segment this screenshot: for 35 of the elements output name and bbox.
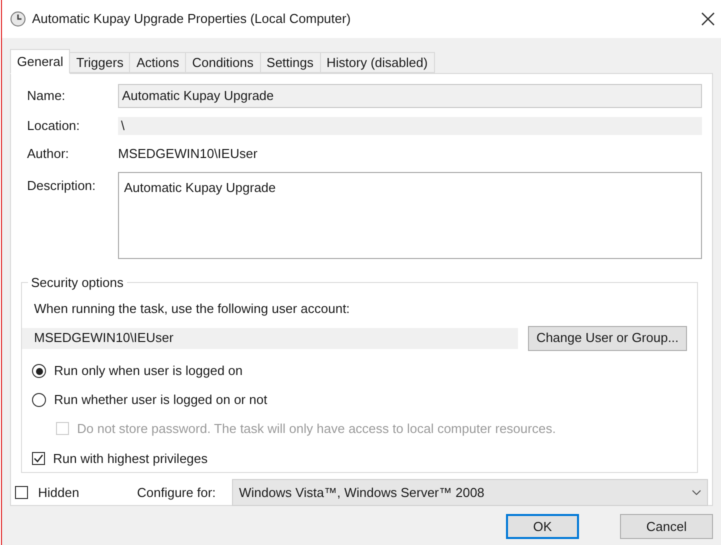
dropdown-value: Windows Vista™, Windows Server™ 2008 [239, 484, 486, 502]
option-label: Run only when user is logged on [54, 362, 243, 380]
close-icon[interactable] [701, 12, 715, 26]
hidden-label: Hidden [38, 484, 80, 502]
window-title: Automatic Kupay Upgrade Properties (Local Computer) [32, 10, 351, 28]
radio-button[interactable] [32, 364, 46, 378]
field-label: Author: [26, 145, 70, 164]
tab[interactable]: Settings [260, 52, 321, 73]
clock-icon [10, 11, 26, 27]
tab[interactable]: Conditions [186, 52, 261, 73]
name-field[interactable]: Automatic Kupay Upgrade [118, 84, 702, 108]
description-field[interactable]: Automatic Kupay Upgrade [118, 172, 702, 259]
tab[interactable]: Actions [130, 52, 186, 73]
option-label: Run with highest privileges [53, 450, 208, 468]
change-user-button[interactable]: Change User or Group... [528, 326, 687, 350]
location-field: \ [118, 117, 702, 135]
account-field: MSEDGEWIN10\IEUser [22, 328, 518, 348]
checkbox[interactable] [15, 486, 28, 499]
account-prompt: When running the task, use the following user account: [34, 300, 351, 318]
option-label: Run whether user is logged on or not [54, 391, 268, 410]
configure-label: Configure for: [137, 484, 217, 502]
ok-button[interactable]: OK [506, 514, 579, 539]
field-label: Location: [26, 117, 81, 136]
field-label: Name: [26, 87, 66, 106]
author-text: MSEDGEWIN10\IEUser [118, 145, 258, 164]
checkbox[interactable] [32, 452, 45, 465]
tab[interactable]: History (disabled) [320, 52, 435, 73]
chevron-down-icon [692, 490, 701, 495]
tab[interactable]: General [10, 49, 70, 74]
tab[interactable]: Triggers [70, 52, 130, 73]
option-label: Do not store password. The task will only have access to local computer resources. [77, 420, 556, 438]
configure-dropdown[interactable]: Windows Vista™, Windows Server™ 2008 [232, 479, 708, 506]
cancel-button[interactable]: Cancel [620, 514, 713, 539]
radio-button[interactable] [32, 393, 46, 407]
field-label: Description: [26, 177, 97, 195]
